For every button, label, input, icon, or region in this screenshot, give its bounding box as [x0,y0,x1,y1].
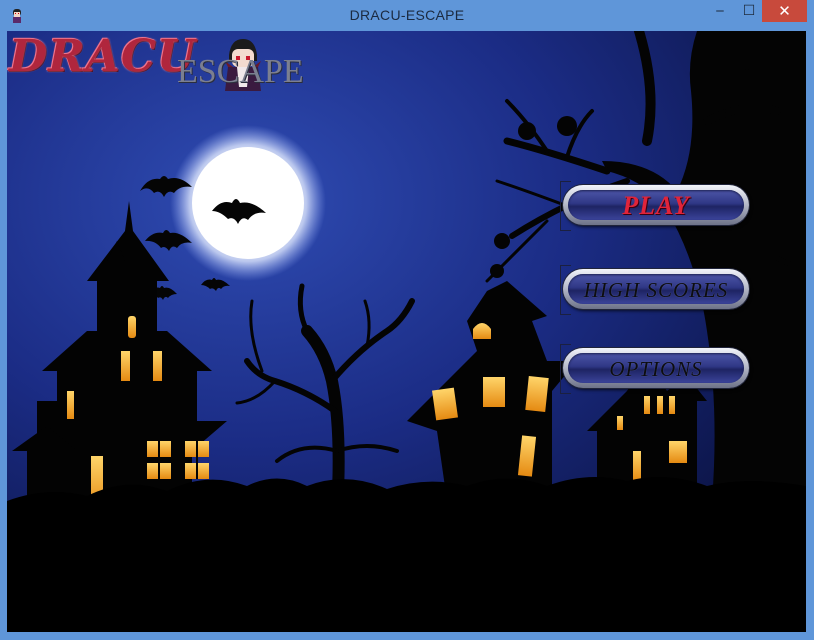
game-window: DRACU-ESCAPE ‒ ☐ ✕ DRACU ESCAPE PLAY HIG… [0,0,814,640]
play-button-label: PLAY [622,191,690,220]
game-logo: DRACU ESCAPE [9,31,304,95]
play-button[interactable]: PLAY [560,181,749,231]
logo-escape-text: ESCAPE [177,53,304,90]
high-scores-button[interactable]: HIGH SCORES [560,265,749,315]
maximize-button[interactable]: ☐ [735,0,763,22]
foreground-bushes [7,477,806,632]
high-scores-button-label: HIGH SCORES [583,278,729,302]
options-button-face: OPTIONS [568,353,744,383]
logo-dracu-text: DRACU [9,31,197,82]
title-bar[interactable]: DRACU-ESCAPE ‒ ☐ ✕ [0,0,814,31]
haunted-night-background [7,31,806,632]
game-canvas[interactable]: DRACU ESCAPE PLAY HIGH SCORES OPTIONS [7,31,806,632]
options-button[interactable]: OPTIONS [560,344,749,394]
close-button[interactable]: ✕ [762,0,807,22]
options-button-label: OPTIONS [609,357,703,381]
window-title: DRACU-ESCAPE [349,7,465,23]
minimize-button[interactable]: ‒ [705,0,735,22]
play-button-face: PLAY [568,190,744,220]
high-scores-button-face: HIGH SCORES [568,274,744,304]
